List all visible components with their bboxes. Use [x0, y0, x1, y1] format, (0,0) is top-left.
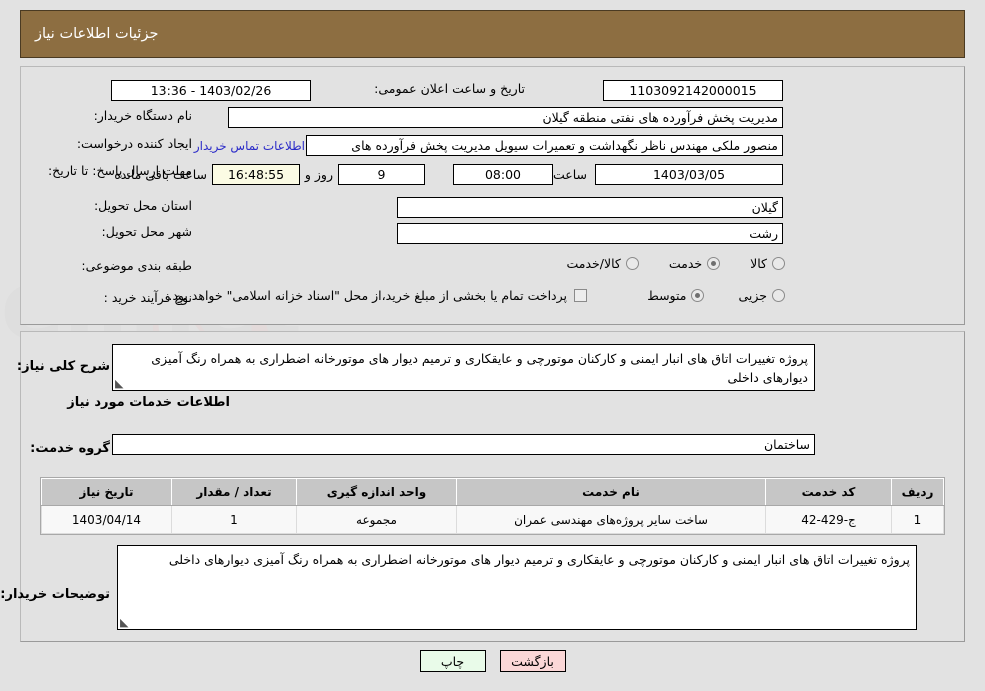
deadline-date-field[interactable]: 1403/03/05 [595, 164, 783, 185]
buyer-notes-text: پروژه تغییرات اتاق های انبار ایمنی و کار… [168, 552, 910, 567]
category-option-label: کالا [750, 256, 767, 271]
buyer-org-label: نام دستگاه خریدار: [93, 108, 192, 123]
cell-unit: مجموعه [296, 505, 457, 534]
buyer-contact-link[interactable]: اطلاعات تماس خریدار [194, 139, 305, 153]
action-button-bar: بازگشت چاپ [0, 650, 985, 672]
remaining-label: ساعت باقی مانده [114, 167, 207, 182]
back-button[interactable]: بازگشت [499, 650, 566, 672]
category-label-wrap: طبقه بندی موضوعی: [81, 258, 192, 273]
city-label: شهر محل تحویل: [101, 224, 192, 239]
general-desc-text: پروژه تغییرات اتاق های انبار ایمنی و کار… [151, 351, 808, 385]
col-qty: تعداد / مقدار [171, 478, 297, 506]
radio-icon[interactable] [625, 257, 639, 270]
page-root: AriaTender.net جزئیات اطلاعات نیاز شماره… [0, 0, 985, 691]
page-header: جزئیات اطلاعات نیاز [20, 10, 965, 58]
category-radio-group: کالا خدمت کالا/خدمت [525, 256, 785, 271]
process-option-label: متوسط [647, 288, 687, 303]
col-unit: واحد اندازه گیری [296, 478, 457, 506]
col-index: ردیف [891, 478, 944, 506]
buyer-org-field[interactable]: مدیریت پخش فرآورده های نفتی منطقه گیلان [228, 107, 783, 128]
cell-name: ساخت سایر پروژه‌های مهندسی عمران [456, 505, 766, 534]
province-field[interactable]: گیلان [397, 197, 783, 218]
general-desc-textarea[interactable]: پروژه تغییرات اتاق های انبار ایمنی و کار… [112, 344, 815, 391]
col-code: کد خدمت [765, 478, 892, 506]
table-header-row: ردیف کد خدمت نام خدمت واحد اندازه گیری ت… [41, 478, 944, 506]
public-announce-label-wrap: تاریخ و ساعت اعلان عمومی: [374, 81, 525, 96]
services-table: ردیف کد خدمت نام خدمت واحد اندازه گیری ت… [41, 478, 944, 534]
radio-icon[interactable] [772, 289, 785, 302]
requester-field[interactable]: منصور ملکی مهندس ناظر نگهداشت و تعمیرات … [306, 135, 783, 156]
category-option-label: خدمت [668, 256, 703, 271]
requester-label: ایجاد کننده درخواست: [76, 136, 192, 151]
radio-icon[interactable] [772, 257, 785, 270]
deadline-hour-label: ساعت [552, 167, 587, 182]
cell-date: 1403/04/14 [41, 505, 172, 534]
services-table-wrap: ردیف کد خدمت نام خدمت واحد اندازه گیری ت… [40, 477, 945, 535]
requester-label-wrap: ایجاد کننده درخواست: [77, 136, 192, 151]
resize-grip-icon[interactable]: ◢ [120, 616, 130, 629]
category-option-label: کالا/خدمت [566, 256, 621, 271]
page-title: جزئیات اطلاعات نیاز [35, 26, 159, 42]
public-announce-field[interactable]: 1403/02/26 - 13:36 [111, 80, 311, 101]
buyer-notes-textarea[interactable]: پروژه تغییرات اتاق های انبار ایمنی و کار… [117, 545, 917, 630]
cell-qty: 1 [171, 505, 297, 534]
general-desc-label: شرح کلی نیاز: [16, 359, 110, 374]
cell-index: 1 [891, 505, 944, 534]
process-option-motevaset[interactable]: متوسط [647, 288, 705, 303]
resize-grip-icon[interactable]: ◢ [115, 377, 125, 390]
cell-code: ج-429-42 [765, 505, 892, 534]
public-announce-label: تاریخ و ساعت اعلان عمومی: [374, 81, 525, 96]
category-option-khedmat[interactable]: خدمت [668, 256, 721, 271]
service-group-label-wrap: گروه خدمت: [30, 437, 110, 456]
radio-icon[interactable] [691, 289, 705, 302]
table-row[interactable]: 1 ج-429-42 ساخت سایر پروژه‌های مهندسی عم… [41, 505, 944, 534]
radio-icon[interactable] [707, 257, 721, 270]
process-option-label: جزیی [738, 288, 767, 303]
city-label-wrap: شهر محل تحویل: [102, 224, 192, 239]
province-label: استان محل تحویل: [93, 198, 192, 213]
province-label-wrap: استان محل تحویل: [94, 198, 192, 213]
category-option-kala-khedmat[interactable]: کالا/خدمت [566, 256, 639, 271]
buyer-notes-label: توضیحات خریدار: [0, 587, 110, 602]
treasury-checkbox-wrap[interactable]: پرداخت تمام یا بخشی از مبلغ خرید،از محل … [168, 288, 587, 303]
remaining-days-field[interactable]: 9 [338, 164, 425, 185]
need-info-panel [20, 66, 965, 325]
deadline-hour-field[interactable]: 08:00 [453, 164, 553, 185]
process-option-jozei[interactable]: جزیی [738, 288, 785, 303]
service-group-field[interactable]: ساختمان [112, 434, 815, 455]
services-section-heading: اطلاعات خدمات مورد نیاز [67, 395, 230, 410]
checkbox-icon[interactable] [574, 289, 587, 302]
days-unit-label: روز و [304, 167, 333, 182]
col-name: نام خدمت [456, 478, 766, 506]
buyer-notes-label-wrap: توضیحات خریدار: [0, 583, 110, 602]
city-field[interactable]: رشت [397, 223, 783, 244]
process-radio-group: جزیی متوسط [585, 288, 785, 303]
buyer-org-label-wrap: نام دستگاه خریدار: [94, 108, 192, 123]
col-date: تاریخ نیاز [41, 478, 172, 506]
treasury-checkbox-label: پرداخت تمام یا بخشی از مبلغ خرید،از محل … [168, 288, 567, 303]
category-option-kala[interactable]: کالا [750, 256, 785, 271]
service-group-label: گروه خدمت: [30, 441, 110, 456]
category-label: طبقه بندی موضوعی: [81, 258, 192, 273]
need-number-field[interactable]: 1103092142000015 [603, 80, 783, 101]
countdown-field: 16:48:55 [212, 164, 300, 185]
print-button[interactable]: چاپ [419, 650, 486, 672]
general-desc-label-wrap: شرح کلی نیاز: [17, 355, 110, 374]
